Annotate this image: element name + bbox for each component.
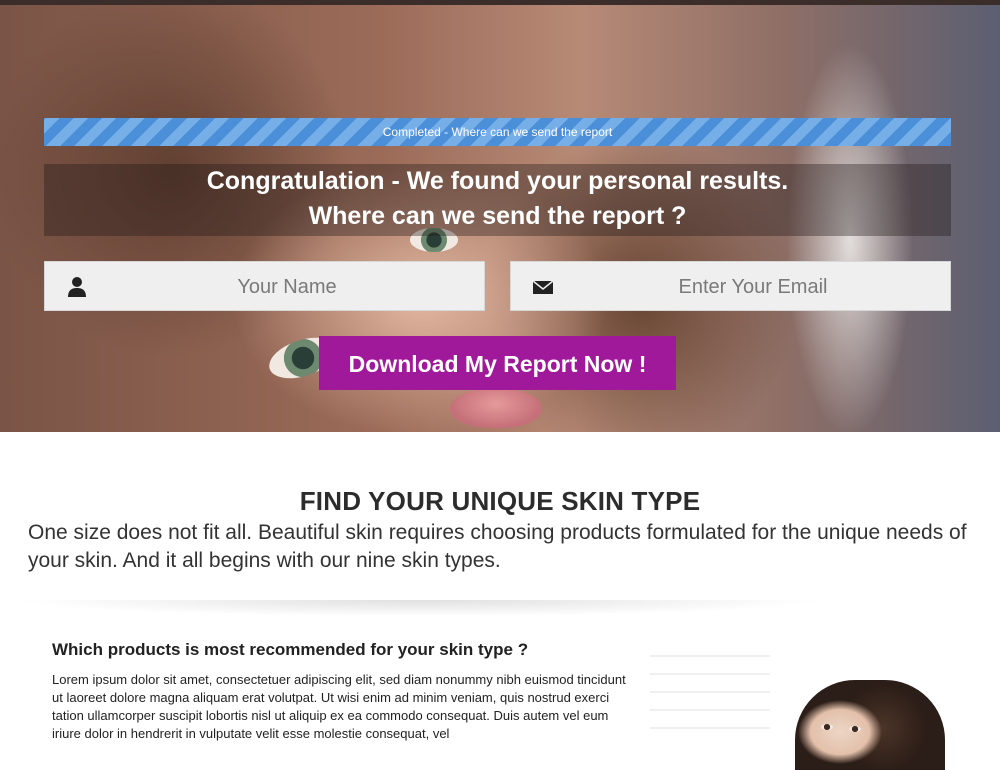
progress-bar: Completed - Where can we send the report xyxy=(44,118,951,146)
progress-label: Completed - Where can we send the report xyxy=(382,125,613,139)
headline-box: Congratulation - We found your personal … xyxy=(44,164,951,236)
model-photo xyxy=(795,680,945,770)
email-input[interactable] xyxy=(571,262,935,312)
model-photo-eye xyxy=(821,724,833,730)
hero-section: Completed - Where can we send the report… xyxy=(0,0,1000,432)
faint-background-text xyxy=(650,655,770,735)
divider-shadow xyxy=(25,600,815,616)
user-icon xyxy=(66,276,88,298)
name-input[interactable] xyxy=(105,262,469,312)
top-bar xyxy=(0,0,1000,5)
hero-photo-lips xyxy=(450,388,542,428)
name-field[interactable] xyxy=(44,261,485,312)
download-report-button[interactable]: Download My Report Now ! xyxy=(319,336,676,390)
content-body: Lorem ipsum dolor sit amet, consectetuer… xyxy=(52,672,626,741)
email-field[interactable] xyxy=(510,261,951,312)
headline-line-1: Congratulation - We found your personal … xyxy=(206,167,789,195)
content-heading: Which products is most recommended for y… xyxy=(52,640,529,659)
model-photo-eye xyxy=(849,726,861,732)
section-description: One size does not fit all. Beautiful ski… xyxy=(28,521,967,572)
section-title: FIND YOUR UNIQUE SKIN TYPE xyxy=(299,486,701,516)
envelope-icon xyxy=(532,276,554,298)
headline-line-2: Where can we send the report ? xyxy=(308,202,687,230)
